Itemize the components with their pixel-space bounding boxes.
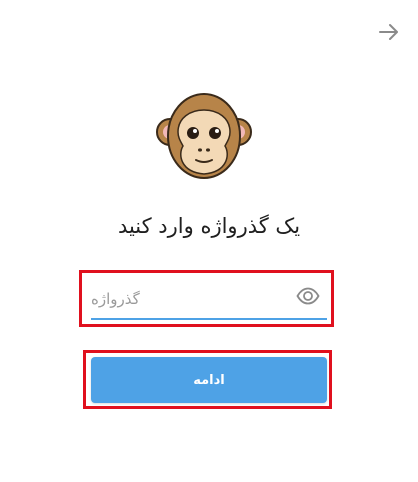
continue-button-label: ادامه — [193, 372, 225, 388]
back-button[interactable] — [374, 20, 404, 48]
eye-icon — [296, 287, 320, 309]
see-no-evil-monkey-icon — [156, 86, 252, 190]
arrow-right-icon — [378, 23, 400, 45]
password-screen: یک گذرواژه وارد کنید ادامه — [0, 0, 418, 482]
password-field — [91, 280, 327, 320]
page-title: یک گذرواژه وارد کنید — [117, 214, 301, 238]
continue-button[interactable]: ادامه — [91, 357, 327, 403]
show-password-toggle[interactable] — [294, 286, 322, 310]
password-input[interactable] — [91, 284, 291, 314]
